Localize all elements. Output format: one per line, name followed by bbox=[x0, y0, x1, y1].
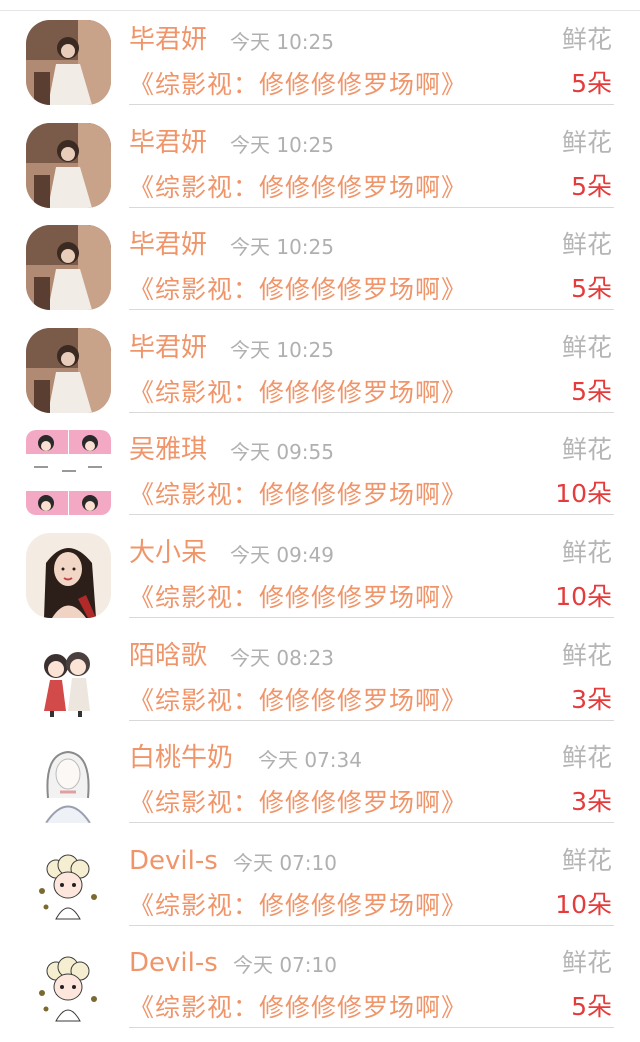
avatar[interactable] bbox=[26, 840, 111, 926]
list-item[interactable]: 吴雅琪 今天 09:55 鲜花 《综影视：修修修修罗场啊》 10朵 bbox=[0, 410, 640, 516]
list-item[interactable]: 毕君妍 今天 10:25 鲜花 《综影视：修修修修罗场啊》 5朵 bbox=[0, 103, 640, 208]
book-title[interactable]: 《综影视：修修修修罗场啊》 bbox=[129, 683, 467, 719]
sender-name[interactable]: 毕君妍 bbox=[129, 125, 207, 161]
send-time: 今天 08:23 bbox=[230, 645, 334, 670]
avatar[interactable] bbox=[26, 327, 111, 413]
gift-type: 鲜花 bbox=[561, 845, 612, 875]
avatar[interactable] bbox=[26, 225, 111, 311]
illustrated-woman-avatar bbox=[26, 533, 111, 618]
gift-count: 10朵 bbox=[555, 889, 612, 919]
row-divider bbox=[129, 1027, 614, 1029]
gift-count: 5朵 bbox=[571, 171, 612, 201]
cartoon-grid-avatar bbox=[26, 430, 111, 516]
send-time: 今天 09:55 bbox=[230, 440, 334, 465]
gift-type: 鲜花 bbox=[561, 435, 612, 465]
book-title[interactable]: 《综影视：修修修修罗场啊》 bbox=[129, 477, 467, 513]
chibi-couple-avatar bbox=[26, 635, 111, 721]
book-title[interactable]: 《综影视：修修修修罗场啊》 bbox=[129, 888, 467, 924]
gift-type: 鲜花 bbox=[561, 230, 612, 260]
avatar[interactable] bbox=[26, 943, 111, 1029]
gift-count: 10朵 bbox=[555, 582, 612, 611]
list-item[interactable]: 大小呆 今天 09:49 鲜花 《综影视：修修修修罗场啊》 10朵 bbox=[0, 513, 640, 618]
list-item[interactable]: 毕君妍 今天 10:25 鲜花 《综影视：修修修修罗场啊》 5朵 bbox=[0, 205, 640, 311]
gift-type: 鲜花 bbox=[561, 948, 612, 978]
sender-name[interactable]: Devil-s bbox=[129, 843, 218, 879]
list-item[interactable]: Devil-s 今天 07:10 鲜花 《综影视：修修修修罗场啊》 10朵 bbox=[0, 821, 640, 926]
avatar[interactable] bbox=[26, 533, 111, 618]
gift-type: 鲜花 bbox=[561, 25, 612, 54]
sender-name[interactable]: 陌晗歌 bbox=[129, 638, 207, 674]
sender-name[interactable]: 大小呆 bbox=[129, 535, 207, 571]
avatar[interactable] bbox=[26, 738, 111, 824]
gift-count: 5朵 bbox=[571, 376, 612, 406]
cartoon-sheep-girl-avatar bbox=[26, 840, 111, 926]
book-title[interactable]: 《综影视：修修修修罗场啊》 bbox=[129, 272, 467, 308]
gift-list: 毕君妍 今天 10:25 鲜花 《综影视：修修修修罗场啊》 5朵 毕君妍 今天 … bbox=[0, 0, 640, 1042]
list-item[interactable]: 毕君妍 今天 10:25 鲜花 《综影视：修修修修罗场啊》 5朵 bbox=[0, 0, 640, 105]
send-time: 今天 10:25 bbox=[230, 132, 334, 157]
photo-girl-white-dress-avatar bbox=[26, 327, 111, 413]
send-time: 今天 10:25 bbox=[230, 235, 334, 260]
book-title[interactable]: 《综影视：修修修修罗场啊》 bbox=[129, 580, 467, 616]
gift-type: 鲜花 bbox=[561, 640, 612, 670]
gift-count: 5朵 bbox=[571, 69, 612, 98]
sender-name[interactable]: 毕君妍 bbox=[129, 22, 207, 58]
avatar[interactable] bbox=[26, 20, 111, 105]
photo-girl-white-dress-avatar bbox=[26, 225, 111, 311]
gift-count: 10朵 bbox=[555, 479, 612, 509]
avatar[interactable] bbox=[26, 122, 111, 208]
photo-girl-white-dress-avatar bbox=[26, 20, 111, 105]
book-title[interactable]: 《综影视：修修修修罗场啊》 bbox=[129, 67, 467, 103]
send-time: 今天 07:34 bbox=[258, 748, 362, 773]
gift-type: 鲜花 bbox=[561, 743, 612, 773]
send-time: 今天 10:25 bbox=[230, 337, 334, 362]
gift-count: 5朵 bbox=[571, 992, 612, 1022]
gift-count: 5朵 bbox=[571, 274, 612, 304]
gift-type: 鲜花 bbox=[561, 538, 612, 567]
sender-name[interactable]: 白桃牛奶 bbox=[129, 740, 233, 776]
list-item[interactable]: 毕君妍 今天 10:25 鲜花 《综影视：修修修修罗场啊》 5朵 bbox=[0, 308, 640, 413]
list-item[interactable]: Devil-s 今天 07:10 鲜花 《综影视：修修修修罗场啊》 5朵 bbox=[0, 923, 640, 1029]
avatar[interactable] bbox=[26, 635, 111, 721]
cartoon-sheep-girl-avatar bbox=[26, 943, 111, 1029]
sender-name[interactable]: 吴雅琪 bbox=[129, 432, 207, 468]
sender-name[interactable]: Devil-s bbox=[129, 945, 218, 981]
gift-type: 鲜花 bbox=[561, 127, 612, 157]
book-title[interactable]: 《综影视：修修修修罗场啊》 bbox=[129, 990, 467, 1026]
avatar[interactable] bbox=[26, 430, 111, 516]
send-time: 今天 10:25 bbox=[230, 30, 334, 54]
list-item[interactable]: 陌晗歌 今天 08:23 鲜花 《综影视：修修修修罗场啊》 3朵 bbox=[0, 616, 640, 721]
sketch-girl-avatar bbox=[26, 738, 111, 824]
gift-count: 3朵 bbox=[571, 684, 612, 714]
book-title[interactable]: 《综影视：修修修修罗场啊》 bbox=[129, 785, 467, 821]
book-title[interactable]: 《综影视：修修修修罗场啊》 bbox=[129, 170, 467, 206]
gift-type: 鲜花 bbox=[561, 332, 612, 362]
sender-name[interactable]: 毕君妍 bbox=[129, 330, 207, 366]
send-time: 今天 09:49 bbox=[230, 543, 334, 567]
send-time: 今天 07:10 bbox=[233, 953, 337, 978]
send-time: 今天 07:10 bbox=[233, 850, 337, 875]
list-item[interactable]: 白桃牛奶 今天 07:34 鲜花 《综影视：修修修修罗场啊》 3朵 bbox=[0, 718, 640, 824]
gift-count: 3朵 bbox=[571, 787, 612, 817]
photo-girl-white-dress-avatar bbox=[26, 122, 111, 208]
sender-name[interactable]: 毕君妍 bbox=[129, 227, 207, 263]
book-title[interactable]: 《综影视：修修修修罗场啊》 bbox=[129, 375, 467, 411]
